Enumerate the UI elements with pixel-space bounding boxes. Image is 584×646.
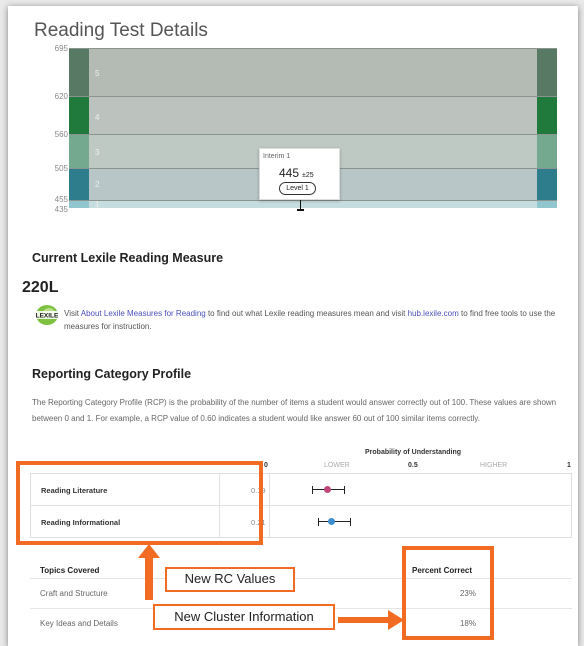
rcp-description: The Reporting Category Profile (RCP) is … <box>32 398 557 423</box>
band-cap-right <box>537 49 557 96</box>
lexile-logo-text: LEXILE <box>36 313 59 320</box>
y-tick: 620 <box>54 92 68 101</box>
page-title: Reading Test Details <box>34 20 208 41</box>
lexile-heading: Current Lexile Reading Measure <box>32 251 224 265</box>
score-error: ±25 <box>302 172 314 179</box>
arrow-up-icon <box>138 544 160 600</box>
band-cap-left <box>69 169 89 200</box>
ci-tick <box>344 486 346 494</box>
y-tick: 435 <box>54 205 68 214</box>
performance-band-4: 4 <box>69 96 557 134</box>
level-pill: Level 1 <box>279 182 316 195</box>
new-rc-values-callout: New RC Values <box>165 567 295 592</box>
topic-name: Key Ideas and Details <box>40 619 118 628</box>
y-tick: 695 <box>54 44 68 53</box>
lexile-description: Visit About Lexile Measures for Reading … <box>64 307 564 333</box>
band-cap-left <box>69 201 89 208</box>
y-tick: 560 <box>54 130 68 139</box>
band-cap-right <box>537 169 557 200</box>
band-number: 4 <box>95 113 100 122</box>
topics-heading: Topics Covered <box>40 566 100 575</box>
band-number: 5 <box>95 69 100 78</box>
band-number: 3 <box>95 148 100 157</box>
band-fill <box>89 49 537 96</box>
y-tick: 505 <box>54 164 68 173</box>
scale-zero: 0 <box>264 462 268 469</box>
score-tooltip: Interim 1 445 ±25 Level 1 <box>259 148 340 200</box>
scale-one: 1 <box>567 462 571 469</box>
tooltip-test-label: Interim 1 <box>263 153 291 160</box>
rcp-dot <box>328 518 335 525</box>
lexile-logo: LEXILE <box>32 304 62 326</box>
scale-higher: HIGHER <box>480 462 508 469</box>
scale-score: 445 <box>279 166 300 180</box>
band-cap-right <box>537 135 557 168</box>
lexile-text-part: Visit <box>64 309 81 318</box>
hub-lexile-link[interactable]: hub.lexile.com <box>408 309 459 318</box>
y-tick: 455 <box>54 195 68 204</box>
band-fill <box>89 201 537 208</box>
band-cap-left <box>69 135 89 168</box>
band-cap-left <box>69 49 89 96</box>
band-cap-right <box>537 201 557 208</box>
band-cap-left <box>69 97 89 134</box>
rc-values-highlight <box>16 461 263 545</box>
rcp-dot <box>324 486 331 493</box>
scale-lower: LOWER <box>324 462 350 469</box>
about-lexile-link[interactable]: About Lexile Measures for Reading <box>81 309 206 318</box>
band-cap-right <box>537 97 557 134</box>
percent-correct-highlight <box>402 546 494 640</box>
band-fill <box>89 97 537 134</box>
lexile-text-part: to find out what Lexile reading measures… <box>205 309 408 318</box>
band-number: 1 <box>95 200 100 209</box>
band-number: 2 <box>95 180 100 189</box>
probability-heading: Probability of Understanding <box>365 449 462 456</box>
scale-half: 0.5 <box>408 462 418 469</box>
ci-tick <box>350 518 352 526</box>
reading-test-details-card: Reading Test Details 695 620 560 505 455… <box>8 6 578 646</box>
lexile-value: 220L <box>22 279 59 296</box>
performance-band-5: 5 <box>69 48 557 96</box>
rcp-heading: Reporting Category Profile <box>32 367 192 381</box>
score-marker-base <box>297 209 304 211</box>
arrow-right-icon <box>338 610 404 630</box>
topic-name: Craft and Structure <box>40 589 108 598</box>
new-cluster-info-callout: New Cluster Information <box>153 604 335 630</box>
performance-band-1: 1 <box>69 200 557 209</box>
tooltip-score: 445 ±25 <box>279 166 314 180</box>
